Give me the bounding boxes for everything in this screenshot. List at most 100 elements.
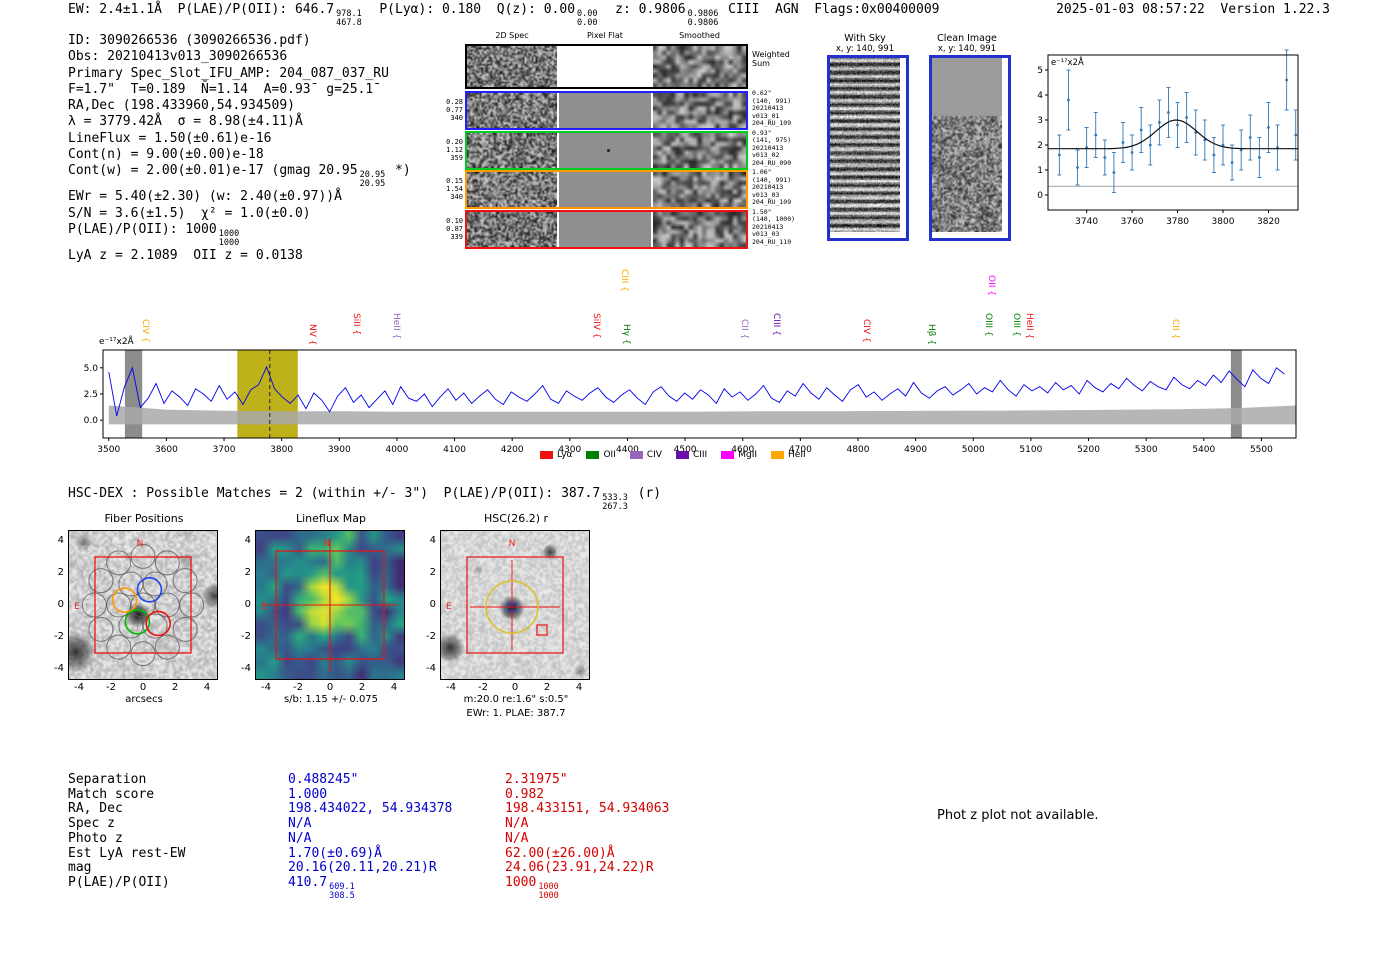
text-segment: N/A: [505, 830, 529, 846]
cleanimage-frame: [929, 55, 1011, 241]
text-segment: P(Lyα): 0.180 Q(z): 0.00: [363, 2, 576, 17]
legend-swatch: [675, 451, 689, 459]
stacked-fraction: 0.9806 0.9806: [688, 10, 719, 28]
legend-label: OII: [603, 450, 616, 460]
line-label-heii: HeII {: [1023, 313, 1034, 340]
stacked-fraction: 533.3 267.3: [602, 494, 628, 512]
text-segment: 0.982: [505, 786, 545, 802]
shaded-region: [237, 350, 298, 438]
data-point: [1057, 153, 1061, 157]
detection-info-block: ID: 3090266536 (3090266536.pdf) Obs: 2021…: [68, 33, 411, 264]
compass-east: E: [74, 602, 80, 612]
pixelflat-image: [559, 93, 651, 128]
text-segment: EW: 2.4±1.1Å P(LAE)/P(OII): 646.7: [68, 2, 335, 17]
info-line: Cont(n) = 9.00(±0.00)e-18: [68, 147, 411, 163]
panel-x-tick-label: 0: [139, 682, 147, 693]
table-cell: 62.00(±26.00)Å: [505, 846, 615, 861]
axes-box: [1047, 54, 1299, 211]
left-value: 359: [450, 153, 463, 162]
x-tick-label: 3800: [270, 445, 293, 455]
text-segment: 62.00(±26.00)Å: [505, 845, 615, 861]
table-cell: 2.31975": [505, 772, 568, 787]
lineflux-map-panel: NE: [255, 530, 405, 680]
photz-note: Phot z plot not available.: [937, 808, 1099, 823]
stacked-fraction: 20.95 20.95: [360, 171, 386, 189]
info-line: λ = 3779.42Å σ = 8.98(±4.11)Å: [68, 114, 411, 130]
y-tick-label: 5: [1037, 66, 1043, 76]
x-tick-label: 4200: [501, 445, 524, 455]
x-tick-label: 3600: [155, 445, 178, 455]
fiber-circle: [142, 571, 168, 597]
shaded-region: [1230, 350, 1242, 438]
x-tick-label: 4100: [443, 445, 466, 455]
text-segment: CIII AGN Flags:0x00400009: [720, 2, 940, 17]
y-tick-label: 5.0: [84, 364, 99, 374]
spec2d-col-header-2dspec: 2D Spec: [495, 31, 529, 40]
panel-border: [440, 530, 590, 680]
info-line: Obs: 20210413v013_3090266536: [68, 49, 411, 65]
panel-y-tick-label: 2: [429, 567, 436, 578]
panel-y-tick-label: -4: [426, 663, 436, 674]
table-cell: 0.982: [505, 787, 544, 802]
x-tick-label: 5100: [1019, 445, 1042, 455]
left-value: 0.28: [446, 98, 463, 106]
spectrum-legend: Lyα OII CIV CIII MgII HeII: [540, 450, 806, 460]
y-tick-label: 3: [1037, 116, 1043, 126]
panel-x-tick-label: 2: [358, 682, 366, 693]
compass-east: E: [446, 602, 452, 612]
table-row-label: Spec z: [68, 816, 115, 832]
extraction-box: [94, 556, 192, 654]
line-label-siii: SiII {: [350, 313, 361, 336]
text-segment: Cont(w) = 2.00(±0.01)e-17 (gmag 20.95: [68, 163, 358, 179]
x-tick-label: 5300: [1135, 445, 1158, 455]
cleanimage-xy: x, y: 140, 991: [937, 44, 997, 54]
cleanimage-image: [932, 58, 1002, 232]
data-point: [1212, 153, 1216, 157]
pixelflat-image: [559, 211, 651, 247]
shaded-region: [124, 350, 143, 438]
panel-x-tick-label: -2: [478, 682, 488, 693]
line-label-hγ: Hγ {: [621, 323, 632, 345]
fiber-circle: [88, 616, 114, 642]
info-line: LineFlux = 1.50(±0.61)e-16: [68, 131, 411, 147]
panel-x-tick-label: 4: [203, 682, 211, 693]
panel-x-tick-label: 2: [171, 682, 179, 693]
fiber-circle: [172, 616, 198, 642]
hsc-dex-matches-line: HSC-DEX : Possible Matches = 2 (within +…: [68, 486, 661, 512]
data-point: [1157, 121, 1161, 124]
x-tick-label: 4900: [904, 445, 927, 455]
spec2d-row-annotation: 1.06" (140, 991) 20210413 v013_03 204_RU_109: [752, 168, 791, 207]
panel-y-tick-label: 0: [244, 599, 251, 610]
panel-x-tick-label: -4: [261, 682, 271, 693]
fraction-bottom: 1000: [218, 237, 240, 248]
legend-label: HeII: [788, 450, 806, 460]
units-annotation: e⁻¹⁷x2Å: [99, 335, 135, 347]
legend-item: HeII: [771, 450, 806, 460]
legend-swatch: [540, 451, 553, 459]
fiber-circle: [106, 592, 132, 618]
compass-east: E: [261, 602, 267, 612]
table-row-label: mag: [68, 860, 92, 876]
x-tick-label: 4000: [385, 445, 408, 455]
panel-y-tick-label: -2: [54, 631, 64, 642]
text-segment: 2.31975": [505, 772, 568, 787]
table-cell: 1.000: [288, 787, 327, 802]
legend-label: CIV: [646, 450, 662, 460]
panel-y-tick-label: 4: [57, 535, 64, 546]
fiber-circle: [154, 634, 180, 660]
lineflux-panel-title: Lineflux Map: [295, 512, 367, 525]
table-row-label: P(LAE)/P(OII): [68, 874, 170, 890]
fiber-circle: [88, 568, 114, 594]
withsky-image: [830, 58, 900, 232]
legend-item: CIV: [629, 450, 662, 460]
data-point: [1176, 123, 1179, 127]
fiber-overlay: NE: [68, 530, 218, 680]
header-summary: EW: 2.4±1.1Å P(LAE)/P(OII): 646.7 978.1 46…: [68, 2, 939, 28]
y-tick-label: 2: [1037, 141, 1043, 151]
hsc-image-panel: NE: [440, 530, 590, 680]
data-point: [1267, 126, 1270, 129]
lineflux-overlay: NE: [255, 530, 405, 680]
catalog-match-2-box: [536, 624, 548, 636]
spec2d-col-header-smoothed: Smoothed: [679, 31, 720, 40]
table-row-label: Photo z: [68, 830, 123, 846]
